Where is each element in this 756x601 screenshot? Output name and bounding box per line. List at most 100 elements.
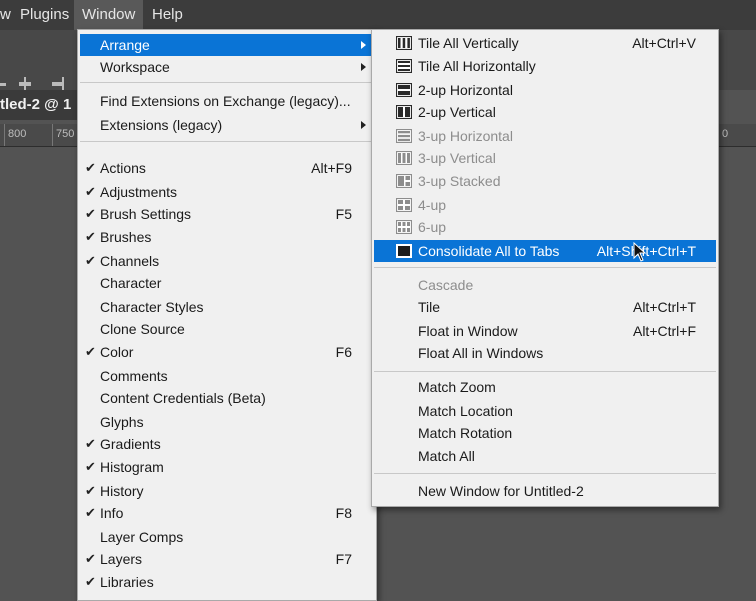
menu-item-label: Channels xyxy=(100,253,160,269)
menu-item-label: Tile All Horizontally xyxy=(418,58,536,74)
ruler-label: 750 xyxy=(56,128,75,140)
menu-item-4-up[interactable]: 4-up xyxy=(374,194,716,216)
menu-item-2-up-vertical[interactable]: 2-up Vertical xyxy=(374,101,716,123)
menu-item-history[interactable]: ✔ History xyxy=(80,480,374,502)
menu-item-glyphs[interactable]: Glyphs xyxy=(80,411,374,433)
menu-item-extensions[interactable]: Extensions (legacy) xyxy=(80,114,374,136)
menu-item-label: Consolidate All to Tabs xyxy=(418,243,560,259)
menu-item-3-up-stacked[interactable]: 3-up Stacked xyxy=(374,170,716,192)
menu-item-character[interactable]: Character xyxy=(80,272,374,294)
menu-item-label: Tile xyxy=(418,299,441,315)
ruler-tick xyxy=(4,124,5,146)
four-up-icon xyxy=(396,198,412,212)
menu-item-label: Layers xyxy=(100,551,143,567)
ruler-label: 800 xyxy=(8,128,27,140)
tile-horizontal-icon xyxy=(396,59,412,73)
six-up-icon xyxy=(396,220,412,234)
checkmark-icon: ✔ xyxy=(85,505,96,520)
menu-item-label: Glyphs xyxy=(100,414,144,430)
menu-item-3-up-vertical[interactable]: 3-up Vertical xyxy=(374,147,716,169)
menu-plugins[interactable]: Plugins xyxy=(12,0,77,30)
menu-item-layers[interactable]: ✔ Layers F7 xyxy=(80,548,374,570)
menu-window[interactable]: Window xyxy=(74,0,144,30)
menu-item-label: 3-up Stacked xyxy=(418,173,501,189)
menu-separator xyxy=(80,82,374,83)
menu-item-arrange[interactable]: Arrange xyxy=(80,34,374,56)
window-menu: Arrange Workspace Find Extensions on Exc… xyxy=(77,29,377,601)
menu-help[interactable]: Help xyxy=(144,0,191,30)
menu-item-clone-source[interactable]: Clone Source xyxy=(80,318,374,340)
menu-item-float-all-in-windows[interactable]: Float All in Windows xyxy=(374,342,716,364)
menu-item-label: Histogram xyxy=(100,459,164,475)
menu-item-content-credentials-beta[interactable]: Content Credentials (Beta) xyxy=(80,387,374,409)
menu-item-brush-settings[interactable]: ✔ Brush Settings F5 xyxy=(80,203,374,225)
arrange-submenu: Tile All Vertically Alt+Ctrl+V Tile All Ho… xyxy=(371,29,719,507)
menu-item-label: Comments xyxy=(100,368,168,384)
menu-item-label: Float All in Windows xyxy=(418,345,544,361)
menu-item-3-up-horizontal[interactable]: 3-up Horizontal xyxy=(374,125,716,147)
menu-item-label: Character Styles xyxy=(100,299,204,315)
menu-item-match-zoom[interactable]: Match Zoom xyxy=(374,376,716,398)
menu-item-label: 3-up Vertical xyxy=(418,150,496,166)
menu-item-histogram[interactable]: ✔ Histogram xyxy=(80,456,374,478)
menu-item-tile-all-vertically[interactable]: Tile All Vertically Alt+Ctrl+V xyxy=(374,32,716,54)
menu-item-label: Match Location xyxy=(418,403,513,419)
menu-item-label: Match Zoom xyxy=(418,379,496,395)
menu-item-label: 6-up xyxy=(418,219,447,235)
menu-item-label: Float in Window xyxy=(418,323,518,339)
menu-item-label: 2-up Vertical xyxy=(418,104,496,120)
menu-item-character-styles[interactable]: Character Styles xyxy=(80,296,374,318)
menu-item-label: Tile All Vertically xyxy=(418,35,519,51)
menu-item-label: Layer Comps xyxy=(100,529,184,545)
menu-item-tile-all-horizontally[interactable]: Tile All Horizontally xyxy=(374,55,716,77)
menu-item-label: Content Credentials (Beta) xyxy=(100,390,266,406)
menu-item-channels[interactable]: ✔ Channels xyxy=(80,250,374,272)
menu-item-2-up-horizontal[interactable]: 2-up Horizontal xyxy=(374,79,716,101)
menu-item-gradients[interactable]: ✔ Gradients xyxy=(80,433,374,455)
menu-item-match-rotation[interactable]: Match Rotation xyxy=(374,422,716,444)
menu-item-cascade[interactable]: Cascade xyxy=(374,274,716,296)
menu-item-label: History xyxy=(100,483,144,499)
checkmark-icon: ✔ xyxy=(85,551,96,566)
menu-item-match-location[interactable]: Match Location xyxy=(374,400,716,422)
menu-item-new-window[interactable]: New Window for Untitled-2 xyxy=(374,480,716,502)
submenu-arrow-icon xyxy=(361,41,366,49)
menu-item-shortcut: F6 xyxy=(335,344,352,360)
menu-separator xyxy=(374,371,716,372)
menu-item-adjustments[interactable]: ✔ Adjustments xyxy=(80,181,374,203)
menu-item-label: Gradients xyxy=(100,436,161,452)
menu-item-shortcut: Alt+Ctrl+V xyxy=(632,35,696,51)
tile-vertical-icon xyxy=(396,36,412,50)
menu-item-label: Arrange xyxy=(100,37,150,53)
submenu-arrow-icon xyxy=(361,63,366,71)
menu-item-consolidate-all-to-tabs[interactable]: Consolidate All to Tabs Alt+Shift+Ctrl+T xyxy=(374,240,716,262)
menu-item-label: Color xyxy=(100,344,134,360)
menu-item-layer-comps[interactable]: Layer Comps xyxy=(80,526,374,548)
three-up-horizontal-icon xyxy=(396,129,412,143)
ruler-label: 0 xyxy=(722,128,729,140)
checkmark-icon: ✔ xyxy=(85,344,96,359)
checkmark-icon: ✔ xyxy=(85,459,96,474)
menu-item-match-all[interactable]: Match All xyxy=(374,445,716,467)
menu-bar: w Plugins Window Help xyxy=(0,0,756,30)
menu-item-color[interactable]: ✔ Color F6 xyxy=(80,341,374,363)
menu-item-label: Workspace xyxy=(100,59,170,75)
checkmark-icon: ✔ xyxy=(85,253,96,268)
menu-item-tile[interactable]: Tile Alt+Ctrl+T xyxy=(374,296,716,318)
menu-item-info[interactable]: ✔ Info F8 xyxy=(80,502,374,524)
menu-item-label: Match All xyxy=(418,448,475,464)
menu-item-label: Brushes xyxy=(100,229,152,245)
menu-item-actions[interactable]: ✔ Actions Alt+F9 xyxy=(80,157,374,179)
three-up-stacked-icon xyxy=(396,174,412,188)
menu-item-brushes[interactable]: ✔ Brushes xyxy=(80,226,374,248)
menu-separator xyxy=(374,267,716,268)
checkmark-icon: ✔ xyxy=(85,436,96,451)
menu-item-find-extensions[interactable]: Find Extensions on Exchange (legacy)... xyxy=(80,90,374,112)
menu-separator xyxy=(374,473,716,474)
menu-item-6-up[interactable]: 6-up xyxy=(374,216,716,238)
menu-item-float-in-window[interactable]: Float in Window Alt+Ctrl+F xyxy=(374,320,716,342)
ruler-tick xyxy=(52,124,53,146)
menu-item-label: 3-up Horizontal xyxy=(418,128,513,144)
menu-item-comments[interactable]: Comments xyxy=(80,365,374,387)
menu-item-workspace[interactable]: Workspace xyxy=(80,56,374,78)
